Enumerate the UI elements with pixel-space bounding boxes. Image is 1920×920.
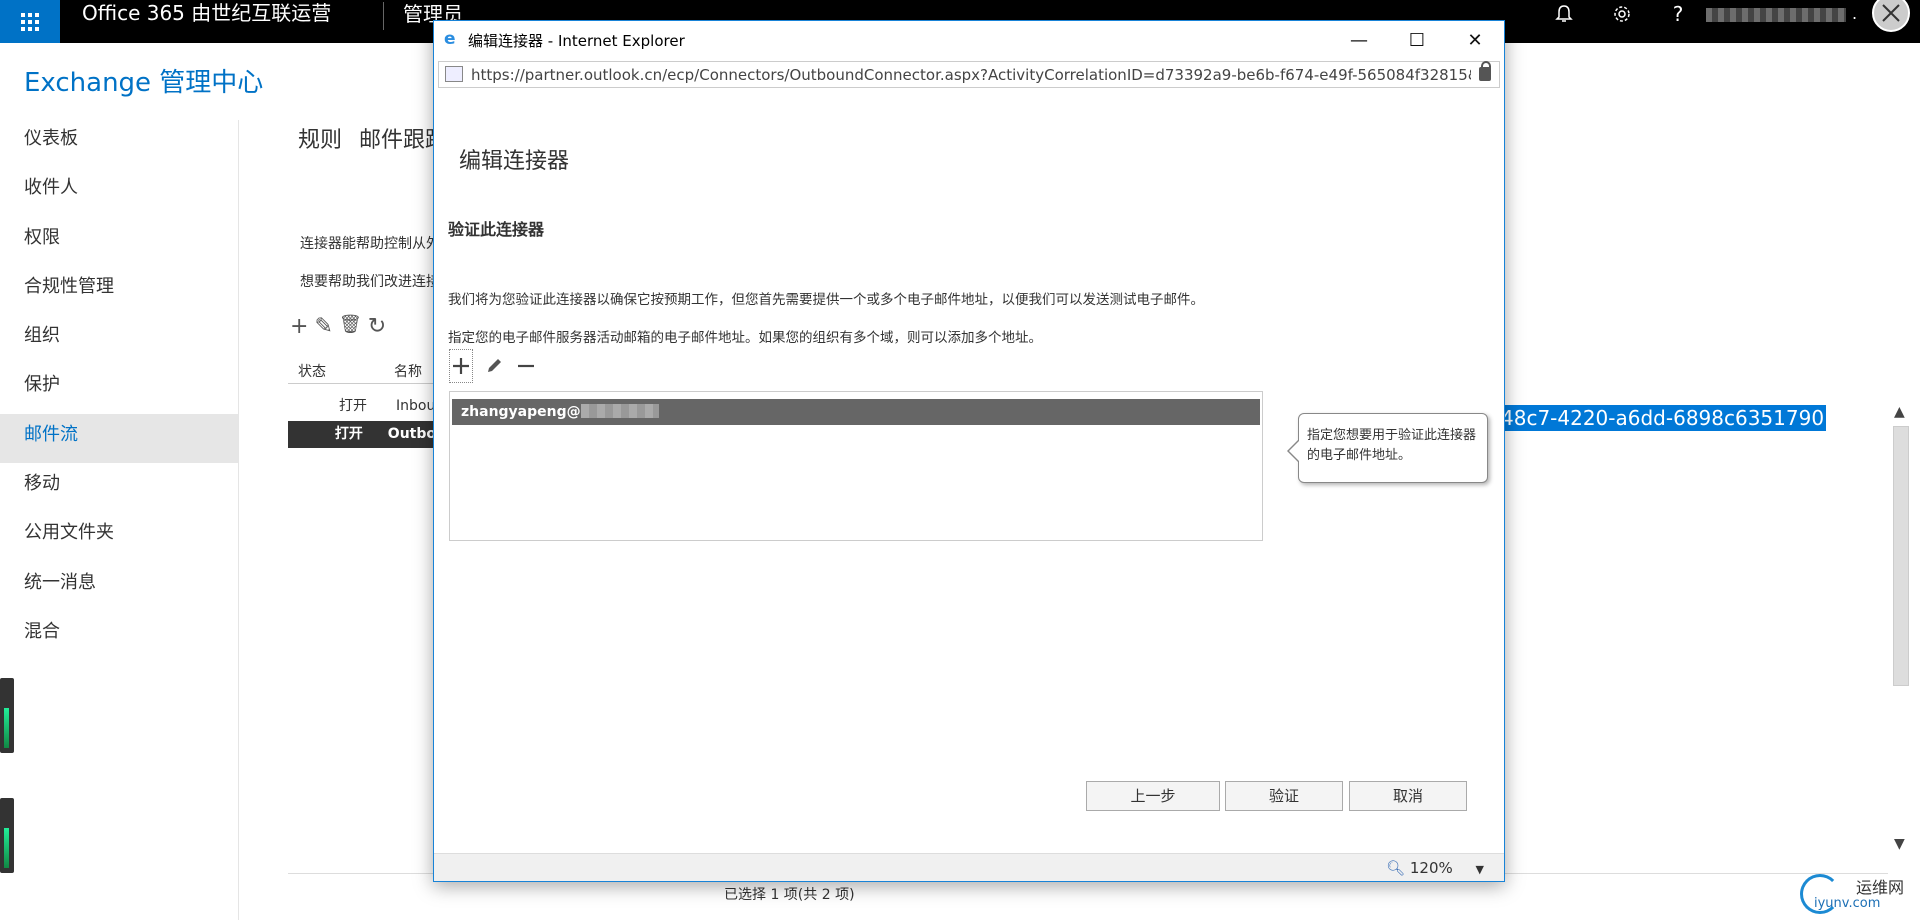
avatar[interactable] bbox=[1872, 0, 1910, 32]
left-nav: 仪表板 收件人 权限 合规性管理 组织 保护 邮件流 移动 公用文件夹 统一消息… bbox=[0, 118, 238, 660]
selected-id-text: 48c7-4220-a6dd-6898c6351790 bbox=[1499, 405, 1827, 431]
nav-divider bbox=[238, 120, 239, 920]
nav-item-recipients[interactable]: 收件人 bbox=[0, 167, 238, 216]
help-callout: 指定您想要用于验证此连接器的电子邮件地址。 bbox=[1287, 413, 1488, 483]
cancel-button[interactable]: 取消 bbox=[1349, 781, 1467, 811]
close-button[interactable]: ✕ bbox=[1446, 21, 1504, 59]
nav-item-dashboard[interactable]: 仪表板 bbox=[0, 118, 238, 167]
maximize-button[interactable]: ☐ bbox=[1388, 21, 1446, 59]
zoom-level: 120% bbox=[1409, 859, 1453, 877]
side-widget[interactable] bbox=[0, 798, 14, 873]
scroll-up-icon[interactable]: ▲ bbox=[1894, 404, 1905, 420]
waffle-icon bbox=[21, 12, 39, 31]
verify-button[interactable]: 验证 bbox=[1225, 781, 1343, 811]
selection-status: 已选择 1 项(共 2 项) bbox=[724, 887, 855, 903]
page-description: 想要帮助我们改进连接 bbox=[300, 274, 440, 290]
row-status: 打开 bbox=[339, 398, 367, 414]
zoom-icon: 🔍︎ bbox=[1386, 859, 1406, 877]
lock-icon[interactable] bbox=[1479, 61, 1491, 81]
table-row[interactable]: 打开 Inbou bbox=[288, 393, 436, 420]
watermark-text: 运维网 bbox=[1856, 878, 1905, 897]
email-address: zhangyapeng@ bbox=[461, 404, 581, 420]
table-header: 状态 名称 bbox=[288, 354, 436, 384]
user-dot: . bbox=[1852, 4, 1858, 23]
refresh-icon[interactable]: ↻ bbox=[368, 314, 386, 339]
remove-email-button[interactable] bbox=[515, 351, 537, 381]
app-launcher-button[interactable] bbox=[0, 0, 60, 43]
username-redacted[interactable] bbox=[1706, 8, 1846, 22]
nav-item-organization[interactable]: 组织 bbox=[0, 315, 238, 364]
minimize-button[interactable]: — bbox=[1330, 21, 1388, 59]
instruction-text: 指定您的电子邮件服务器活动邮箱的电子邮件地址。如果您的组织有多个域，则可以添加多… bbox=[448, 330, 1042, 346]
watermark-logo: 运维网 iyunv.com bbox=[1800, 872, 1918, 916]
address-bar[interactable]: https://partner.outlook.cn/ecp/Connector… bbox=[438, 61, 1500, 88]
email-toolbar bbox=[449, 349, 537, 383]
page-icon bbox=[445, 66, 463, 82]
column-header-name[interactable]: 名称 bbox=[384, 354, 432, 383]
dialog-heading: 编辑连接器 bbox=[459, 149, 570, 174]
nav-item-mail-flow[interactable]: 邮件流 bbox=[0, 413, 238, 464]
zoom-control[interactable]: 🔍︎ 120% ▼ bbox=[1386, 859, 1484, 877]
edit-connector-window: e 编辑连接器 - Internet Explorer — ☐ ✕ https:… bbox=[433, 20, 1505, 882]
nav-item-unified-messaging[interactable]: 统一消息 bbox=[0, 562, 238, 611]
nav-item-compliance[interactable]: 合规性管理 bbox=[0, 266, 238, 315]
gear-icon[interactable] bbox=[1602, 0, 1642, 28]
redacted-domain bbox=[580, 404, 659, 418]
nav-item-hybrid[interactable]: 混合 bbox=[0, 611, 238, 660]
bg-toolbar: + ✎ 🗑 ↻ bbox=[290, 314, 386, 339]
nav-item-permissions[interactable]: 权限 bbox=[0, 217, 238, 266]
page-tabs[interactable]: 规则 邮件跟踪 bbox=[298, 122, 447, 154]
email-address-list[interactable]: zhangyapeng@ bbox=[449, 391, 1263, 541]
plus-icon[interactable]: + bbox=[290, 314, 308, 339]
edit-email-button[interactable] bbox=[483, 351, 505, 381]
details-scrollbar[interactable]: ▲ ▼ bbox=[1892, 404, 1910, 854]
pencil-icon[interactable]: ✎ bbox=[314, 314, 332, 339]
row-name: Outbo bbox=[387, 426, 436, 442]
table-row[interactable]: 打开 Outbo bbox=[288, 421, 436, 448]
ie-icon: e bbox=[444, 29, 456, 49]
help-icon[interactable]: ? bbox=[1658, 0, 1698, 28]
brand-title: Office 365 由世纪互联运营 bbox=[82, 1, 332, 25]
watermark-url: iyunv.com bbox=[1814, 896, 1881, 911]
window-title: 编辑连接器 - Internet Explorer bbox=[468, 32, 685, 50]
scroll-down-icon[interactable]: ▼ bbox=[1894, 836, 1905, 852]
list-item[interactable]: zhangyapeng@ bbox=[452, 399, 1260, 425]
brand-separator bbox=[383, 2, 384, 30]
window-titlebar[interactable]: e 编辑连接器 - Internet Explorer — ☐ ✕ bbox=[434, 21, 1504, 59]
bell-icon[interactable] bbox=[1544, 0, 1584, 28]
url-text[interactable]: https://partner.outlook.cn/ecp/Connector… bbox=[471, 66, 1471, 84]
trash-icon[interactable]: 🗑 bbox=[339, 314, 362, 339]
nav-item-protection[interactable]: 保护 bbox=[0, 364, 238, 413]
side-widget[interactable] bbox=[0, 678, 14, 753]
section-heading: 验证此连接器 bbox=[448, 220, 545, 239]
row-name: Inbou bbox=[396, 398, 436, 414]
row-status: 打开 bbox=[334, 426, 363, 442]
add-email-button[interactable] bbox=[449, 349, 473, 383]
app-title: Exchange 管理中心 bbox=[24, 68, 264, 98]
chevron-down-icon[interactable]: ▼ bbox=[1476, 863, 1484, 876]
nav-item-public-folders[interactable]: 公用文件夹 bbox=[0, 512, 238, 561]
back-button[interactable]: 上一步 bbox=[1086, 781, 1220, 811]
page-description: 连接器能帮助控制从外 bbox=[300, 236, 440, 252]
status-bar: 🔍︎ 120% ▼ bbox=[434, 853, 1504, 881]
nav-item-mobile[interactable]: 移动 bbox=[0, 463, 238, 512]
instruction-text: 我们将为您验证此连接器以确保它按预期工作，但您首先需要提供一个或多个电子邮件地址… bbox=[448, 292, 1204, 308]
dialog-content: 编辑连接器 验证此连接器 我们将为您验证此连接器以确保它按预期工作，但您首先需要… bbox=[434, 91, 1504, 851]
column-header-status[interactable]: 状态 bbox=[288, 354, 384, 383]
scroll-thumb[interactable] bbox=[1893, 426, 1909, 686]
